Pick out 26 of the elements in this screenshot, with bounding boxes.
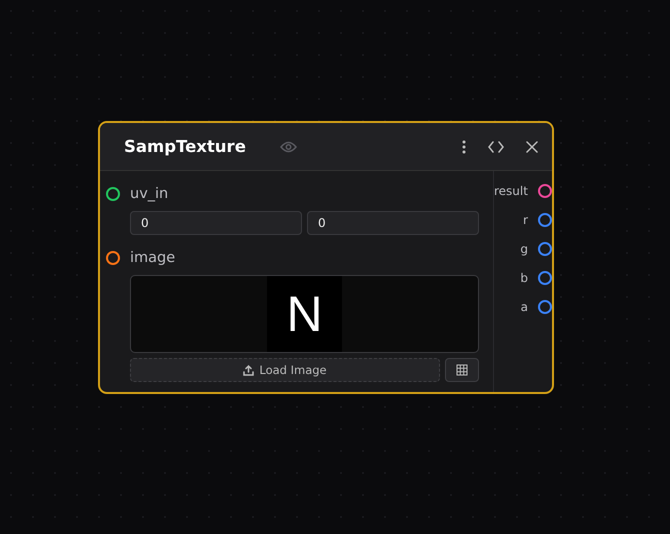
output-port[interactable]	[538, 300, 552, 314]
menu-icon[interactable]	[462, 140, 466, 154]
input-label: image	[130, 250, 176, 266]
output-label: result	[494, 184, 528, 198]
node-card[interactable]: SampTexture uv_in 0 0 image N Load Image result r g b a	[98, 121, 554, 394]
grid-icon	[456, 364, 468, 376]
close-icon[interactable]	[526, 140, 538, 152]
output-label: g	[520, 242, 528, 256]
input-port[interactable]	[106, 187, 120, 201]
output-label: a	[520, 300, 528, 314]
input-label: uv_in	[130, 186, 168, 202]
output-label: r	[523, 213, 528, 227]
number-field[interactable]: 0	[130, 211, 302, 235]
upload-icon	[243, 364, 254, 376]
output-port[interactable]	[538, 271, 552, 285]
code-icon[interactable]	[488, 140, 504, 152]
grid-button[interactable]	[445, 358, 479, 382]
load-image-button[interactable]: Load Image	[130, 358, 440, 382]
output-port[interactable]	[538, 213, 552, 227]
output-label: b	[520, 271, 528, 285]
number-field[interactable]: 0	[307, 211, 479, 235]
input-port[interactable]	[106, 251, 120, 265]
output-port[interactable]	[538, 184, 552, 198]
preview-letter: N	[267, 276, 342, 352]
output-port[interactable]	[538, 242, 552, 256]
node-title: SampTexture	[124, 137, 246, 156]
